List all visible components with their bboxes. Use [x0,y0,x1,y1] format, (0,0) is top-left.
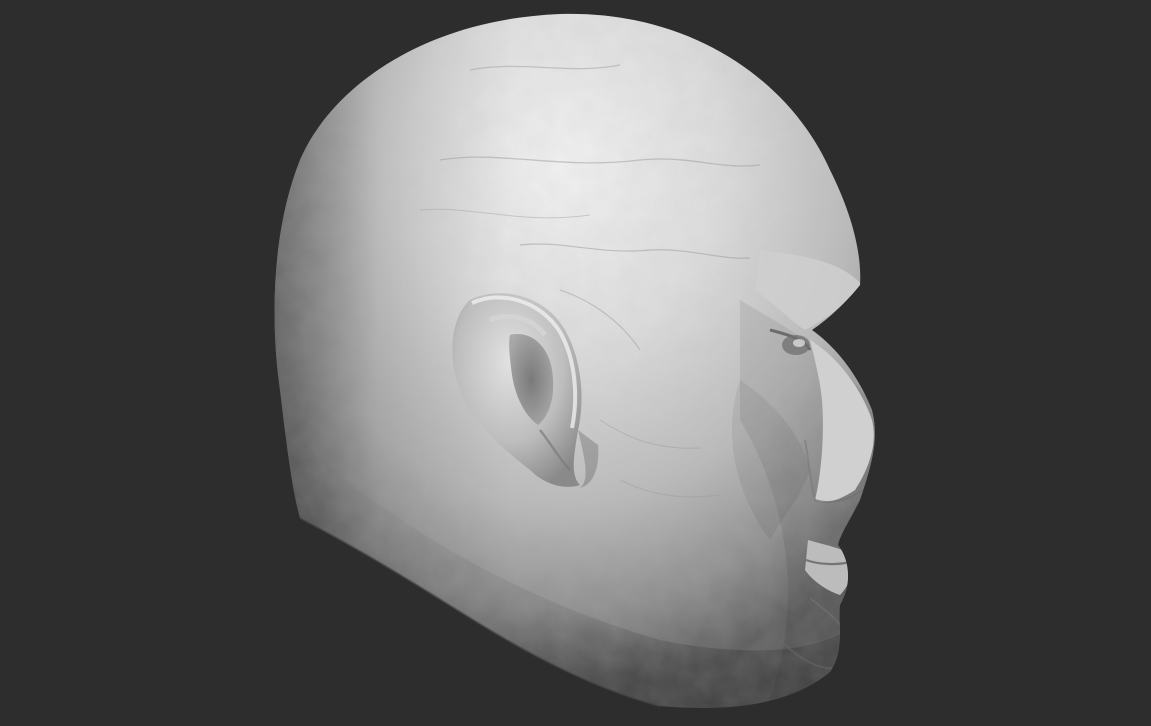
head-sculpt-render [274,13,875,708]
viewport-canvas[interactable] [0,0,1151,726]
head-mesh [274,13,875,708]
